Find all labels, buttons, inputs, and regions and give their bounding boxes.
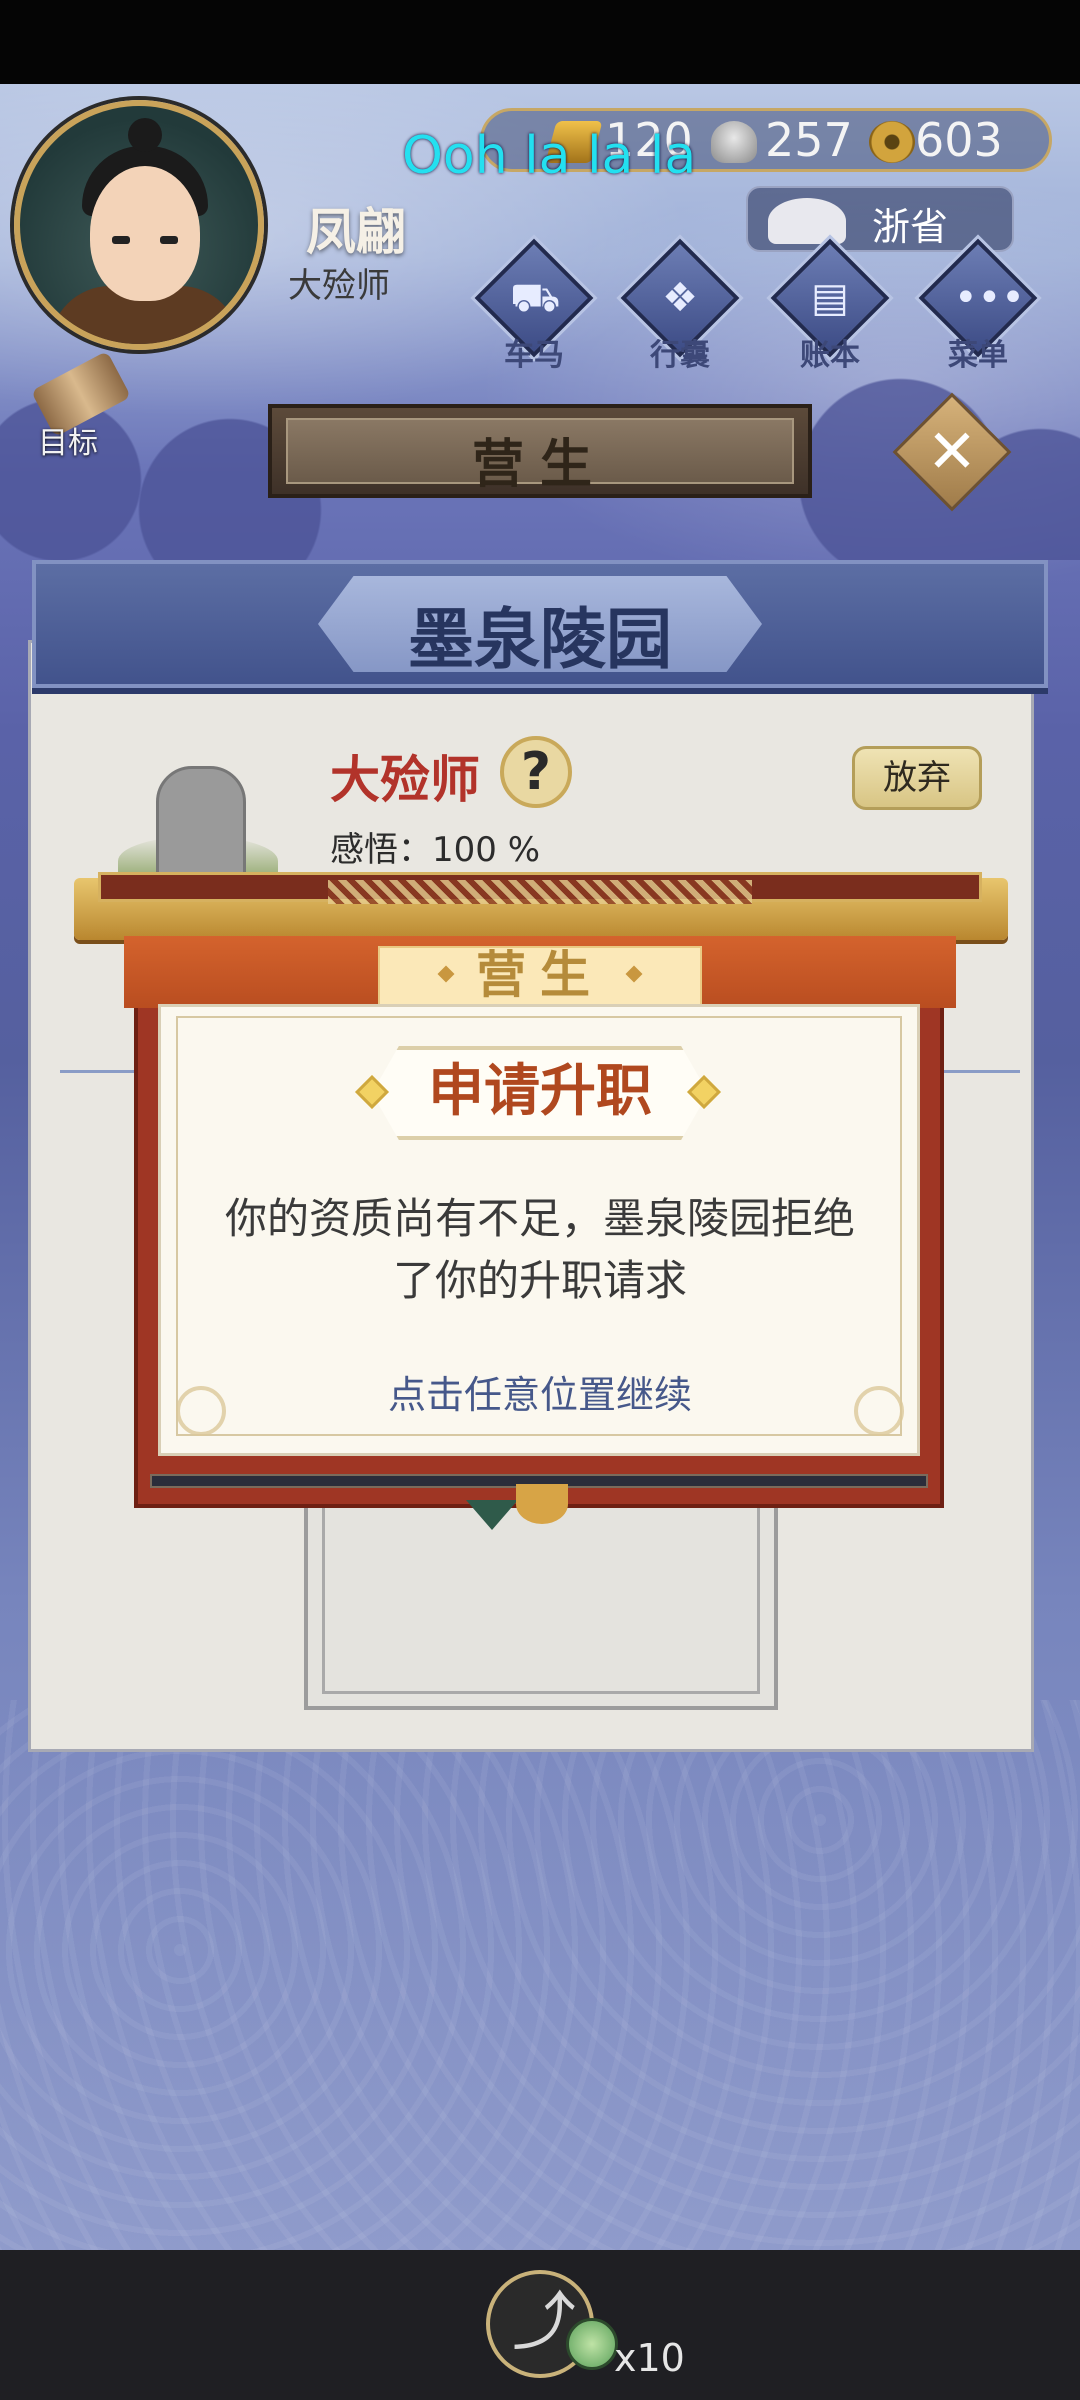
more-dots-icon: •••: [954, 275, 1025, 321]
page-title: 营生: [471, 435, 608, 495]
player-name: 凤翩: [306, 203, 406, 261]
close-icon[interactable]: ✕: [906, 412, 998, 492]
help-button[interactable]: ?: [500, 736, 572, 808]
abandon-button[interactable]: 放弃: [852, 746, 982, 810]
share-icon: ⤴: [512, 2286, 576, 2360]
nav-ledger-button[interactable]: ▤ 账本: [768, 238, 890, 373]
overlay-text: Ooh la la la: [402, 126, 697, 186]
nav-carriage-label: 车马: [504, 338, 564, 373]
target-button[interactable]: 目标: [20, 350, 132, 462]
page-title-plate: 营生: [268, 404, 812, 498]
tombstone-icon: [156, 766, 246, 886]
reward-badge-icon: [566, 2318, 618, 2370]
player-title: 大殓师: [288, 266, 390, 306]
continue-hint[interactable]: 点击任意位置继续: [190, 1364, 890, 1419]
nav-menu-button[interactable]: ••• 菜单: [916, 238, 1038, 373]
teapot-icon: [768, 198, 846, 244]
background-pattern: [0, 1700, 1080, 2250]
job-title: 大殓师: [330, 751, 480, 809]
target-label: 目标: [38, 426, 98, 461]
nav-menu-label: 菜单: [948, 338, 1008, 373]
silver-amount: 257: [765, 113, 853, 167]
modal-heading: 申请升职: [428, 1059, 652, 1124]
modal-message: 你的资质尚有不足，墨泉陵园拒绝 了你的升职请求: [224, 1194, 855, 1305]
ledger-icon: ▤: [811, 275, 849, 321]
coin-amount: 603: [915, 113, 1003, 167]
nav-carriage-button[interactable]: ⛟ 车马: [472, 238, 594, 373]
nav-bag-label: 行囊: [650, 338, 710, 373]
nav-ledger-label: 账本: [800, 338, 860, 373]
nav-bag-button[interactable]: ❖ 行囊: [618, 238, 740, 373]
place-name: 墨泉陵园: [408, 601, 672, 678]
share-count: x10: [614, 2336, 685, 2380]
carriage-icon: ⛟: [510, 275, 561, 321]
status-bar: [0, 0, 1080, 84]
modal-pendant: [516, 1484, 568, 1524]
silver-ingot-icon: [711, 121, 757, 163]
copper-coin-icon: [869, 121, 915, 163]
province-label: 浙省: [872, 205, 949, 249]
avatar[interactable]: [14, 100, 264, 350]
modal-band-label: 营生: [476, 946, 604, 1004]
bag-icon: ❖: [662, 275, 698, 321]
insight-progress: 感悟：100 %: [330, 830, 541, 870]
